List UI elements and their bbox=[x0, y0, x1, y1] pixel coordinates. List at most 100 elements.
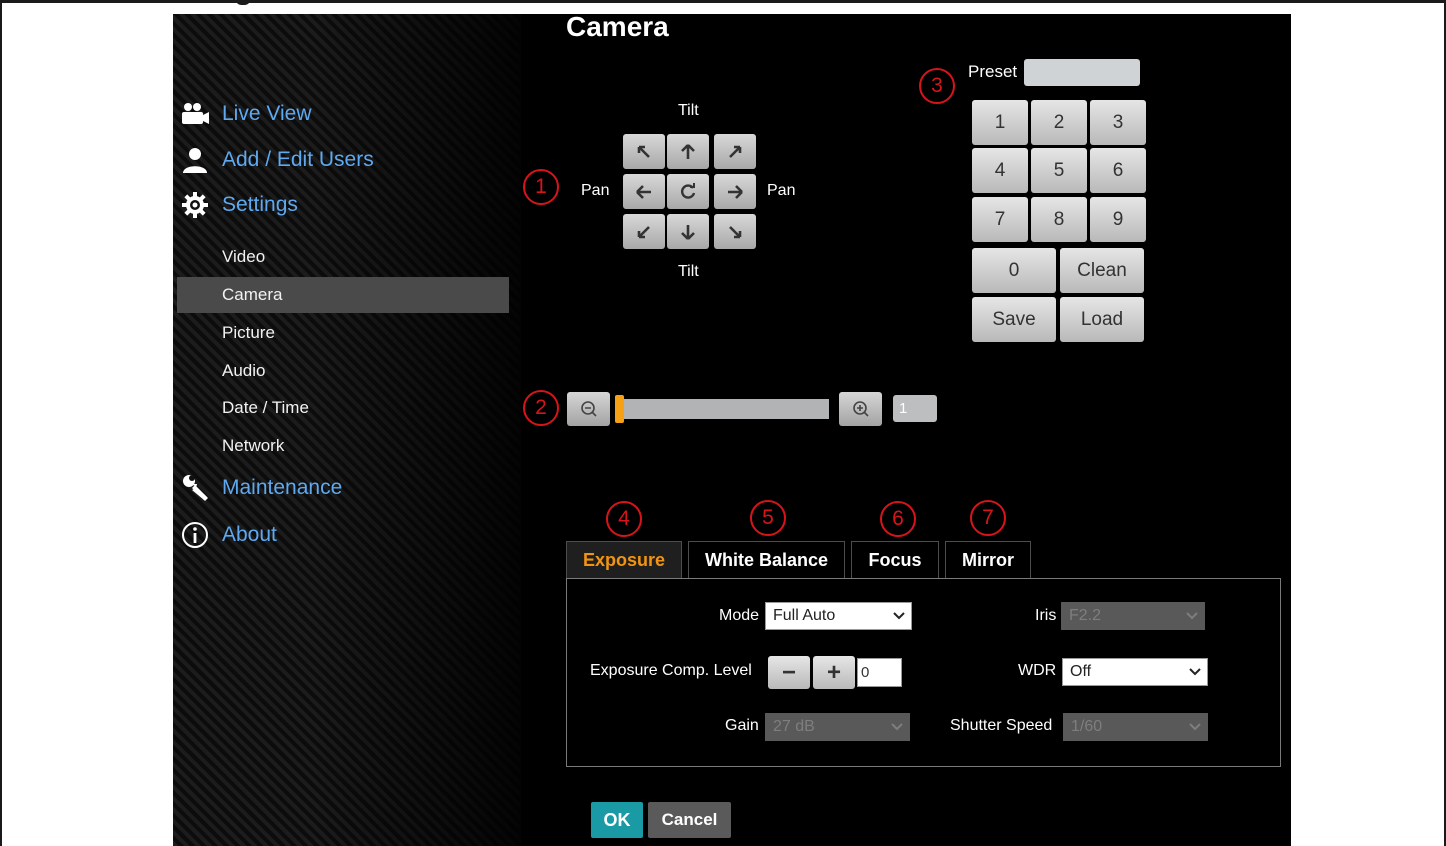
tilt-label-top: Tilt bbox=[678, 102, 699, 119]
gain-label: Gain bbox=[725, 717, 759, 734]
ptz-right-button[interactable] bbox=[714, 174, 756, 209]
home-icon bbox=[681, 182, 696, 199]
sidebar-item-label: Settings bbox=[222, 193, 298, 216]
ptz-up-left-button[interactable] bbox=[623, 134, 665, 169]
zoom-slider-handle[interactable] bbox=[615, 395, 624, 423]
preset-key-0[interactable]: 0 bbox=[972, 248, 1056, 293]
down-arrow-icon bbox=[681, 224, 695, 240]
sidebar-item-video[interactable]: Video bbox=[177, 239, 509, 275]
right-arrow-icon bbox=[728, 184, 743, 199]
preset-key-9[interactable]: 9 bbox=[1090, 197, 1146, 242]
cancel-button[interactable]: Cancel bbox=[648, 802, 731, 838]
preset-save-button[interactable]: Save bbox=[972, 297, 1056, 342]
preset-key-6[interactable]: 6 bbox=[1090, 148, 1146, 193]
down-right-arrow-icon bbox=[729, 225, 742, 238]
sidebar-item-date-time[interactable]: Date / Time bbox=[177, 390, 509, 426]
chevron-down-icon bbox=[891, 723, 903, 731]
sidebar-item-label: Maintenance bbox=[222, 476, 343, 499]
gain-select-value: 27 dB bbox=[773, 718, 815, 735]
sidebar-item-camera[interactable]: Camera bbox=[177, 277, 509, 313]
left-arrow-icon bbox=[636, 184, 651, 199]
exposure-comp-level-label: Exposure Comp. Level bbox=[590, 662, 752, 679]
ptz-left-button[interactable] bbox=[623, 174, 665, 209]
video-camera-icon bbox=[180, 99, 210, 129]
ptz-up-button[interactable] bbox=[667, 134, 709, 169]
chevron-down-icon bbox=[1189, 668, 1201, 676]
tilt-label-bottom: Tilt bbox=[678, 263, 699, 280]
sidebar-item-label: Date / Time bbox=[222, 398, 309, 417]
preset-number-field[interactable] bbox=[1024, 59, 1140, 86]
zoom-out-button[interactable] bbox=[567, 392, 610, 426]
preset-key-7[interactable]: 7 bbox=[972, 197, 1028, 242]
gain-select[interactable]: 27 dB bbox=[765, 713, 910, 741]
tab-exposure[interactable]: Exposure bbox=[566, 541, 682, 579]
exposure-comp-decrease-button[interactable]: − bbox=[768, 656, 810, 689]
chevron-down-icon bbox=[1186, 612, 1198, 620]
preset-key-3[interactable]: 3 bbox=[1090, 100, 1146, 145]
pan-label-left: Pan bbox=[581, 182, 610, 199]
preset-label: Preset bbox=[968, 62, 1018, 81]
exposure-comp-value-input[interactable]: 0 bbox=[857, 658, 902, 687]
exposure-comp-increase-button[interactable]: + bbox=[813, 656, 855, 689]
callout-badge: 5 bbox=[750, 500, 786, 536]
zoom-slider-track[interactable] bbox=[615, 399, 829, 419]
pan-label-right: Pan bbox=[767, 182, 796, 199]
tab-white-balance[interactable]: White Balance bbox=[688, 541, 845, 579]
preset-key-8[interactable]: 8 bbox=[1031, 197, 1087, 242]
sidebar-item-add-edit-users[interactable]: Add / Edit Users bbox=[180, 143, 374, 177]
sidebar-item-label: Picture bbox=[222, 323, 275, 342]
callout-badge: 2 bbox=[523, 390, 559, 426]
chevron-down-icon bbox=[1189, 723, 1201, 731]
info-icon bbox=[180, 520, 210, 550]
shutter-speed-select[interactable]: 1/60 bbox=[1063, 713, 1208, 741]
callout-badge: 7 bbox=[970, 500, 1006, 536]
page-top-mark bbox=[236, 0, 250, 5]
up-arrow-icon bbox=[681, 143, 695, 159]
wdr-select-value: Off bbox=[1070, 663, 1092, 680]
sidebar-item-label: Add / Edit Users bbox=[222, 148, 374, 171]
chevron-down-icon bbox=[893, 612, 905, 620]
preset-key-2[interactable]: 2 bbox=[1031, 100, 1087, 145]
ptz-home-button[interactable] bbox=[667, 174, 709, 209]
sidebar: Live View Add / Edit Users Settings Vide… bbox=[173, 14, 521, 846]
ok-button[interactable]: OK bbox=[591, 802, 643, 838]
sidebar-item-about[interactable]: About bbox=[180, 518, 277, 552]
preset-load-button[interactable]: Load bbox=[1060, 297, 1144, 342]
sidebar-item-label: Video bbox=[222, 247, 266, 266]
shutter-speed-select-value: 1/60 bbox=[1071, 718, 1103, 735]
up-left-arrow-icon bbox=[637, 145, 650, 158]
wdr-select[interactable]: Off bbox=[1062, 658, 1208, 686]
sidebar-item-label: Live View bbox=[222, 102, 312, 125]
preset-key-5[interactable]: 5 bbox=[1031, 148, 1087, 193]
sidebar-item-audio[interactable]: Audio bbox=[177, 353, 509, 389]
ptz-down-right-button[interactable] bbox=[714, 214, 756, 249]
preset-clean-button[interactable]: Clean bbox=[1060, 248, 1144, 293]
tab-focus[interactable]: Focus bbox=[851, 541, 939, 579]
tab-mirror[interactable]: Mirror bbox=[945, 541, 1031, 579]
mode-select-value: Full Auto bbox=[773, 607, 836, 624]
preset-key-1[interactable]: 1 bbox=[972, 100, 1028, 145]
preset-key-4[interactable]: 4 bbox=[972, 148, 1028, 193]
sidebar-item-live-view[interactable]: Live View bbox=[180, 97, 312, 131]
zoom-value-field[interactable]: 1 bbox=[893, 395, 937, 422]
user-icon bbox=[180, 145, 210, 175]
up-right-arrow-icon bbox=[729, 145, 742, 158]
ptz-down-button[interactable] bbox=[667, 214, 709, 249]
sidebar-item-picture[interactable]: Picture bbox=[177, 315, 509, 351]
callout-badge: 6 bbox=[880, 501, 916, 537]
wdr-label: WDR bbox=[1018, 662, 1057, 679]
mode-select[interactable]: Full Auto bbox=[765, 602, 912, 630]
callout-badge: 3 bbox=[919, 68, 955, 104]
shutter-speed-label: Shutter Speed bbox=[950, 717, 1053, 734]
sidebar-item-settings[interactable]: Settings bbox=[180, 188, 298, 222]
sidebar-item-maintenance[interactable]: Maintenance bbox=[180, 471, 342, 505]
iris-select[interactable]: F2.2 bbox=[1061, 602, 1205, 630]
ptz-up-right-button[interactable] bbox=[714, 134, 756, 169]
sidebar-item-label: Camera bbox=[222, 285, 283, 304]
page-title: Camera bbox=[566, 14, 669, 42]
camera-settings-app: Live View Add / Edit Users Settings Vide… bbox=[173, 14, 1291, 846]
ptz-down-left-button[interactable] bbox=[623, 214, 665, 249]
gear-icon bbox=[180, 190, 210, 220]
zoom-in-button[interactable] bbox=[839, 392, 882, 426]
sidebar-item-network[interactable]: Network bbox=[177, 428, 509, 464]
